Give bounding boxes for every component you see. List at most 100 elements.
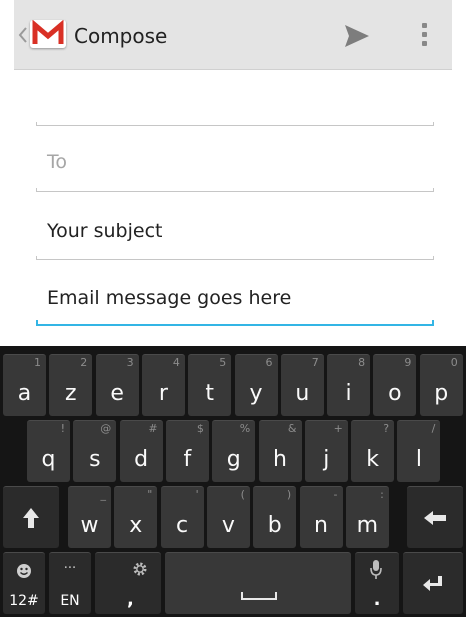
key-r[interactable]: 4r: [141, 354, 185, 416]
key-label: l: [415, 447, 422, 472]
key-hint: 8: [358, 356, 366, 369]
key-label: w: [80, 513, 99, 538]
overflow-menu-icon[interactable]: [420, 23, 428, 49]
gear-icon: [133, 562, 147, 576]
key-k[interactable]: ? k: [351, 420, 395, 482]
period-label: .: [373, 589, 381, 610]
key-label: g: [226, 447, 241, 472]
enter-key[interactable]: [403, 552, 463, 614]
key-hint: &: [287, 422, 297, 435]
key-h[interactable]: & h: [258, 420, 302, 482]
soft-keyboard: 12# ... EN , . 1 a 2 z 3 e 4 r 5 t 6 y 7 u 8 i 9 o 0 p! q @ s #…: [0, 346, 466, 617]
action-bar: Compose: [14, 0, 452, 70]
shift-arrow-icon: [23, 507, 39, 528]
up-caret-icon[interactable]: [18, 24, 28, 46]
key-hint: 3: [126, 356, 134, 369]
key-label: s: [89, 447, 101, 472]
key-hint: ": [147, 488, 153, 501]
field-underline: [36, 122, 434, 126]
key-hint: +: [333, 422, 343, 435]
key-hint: 1: [34, 356, 41, 369]
key-hint: #: [148, 422, 158, 435]
subject-field[interactable]: Your subject: [36, 210, 434, 260]
key-label: n: [314, 513, 328, 538]
key-label: v: [221, 513, 235, 538]
key-hint: ?: [383, 422, 390, 435]
key-label: j: [323, 447, 330, 472]
key-label: b: [267, 513, 282, 538]
comma-label: ,: [127, 589, 134, 610]
key-hint: %: [239, 422, 251, 435]
key-q[interactable]: ! q: [27, 420, 70, 482]
key-y[interactable]: 6y: [234, 354, 278, 416]
key-label: z: [65, 381, 77, 406]
period-key[interactable]: .: [355, 552, 399, 614]
enter-icon: [423, 575, 442, 591]
key-label: k: [366, 447, 379, 472]
message-body-field[interactable]: Email message goes here: [36, 278, 434, 326]
field-underline: [36, 188, 434, 192]
key-t[interactable]: 5t: [188, 354, 232, 416]
key-label: f: [183, 447, 192, 472]
key-m[interactable]: :m: [345, 486, 389, 548]
key-label: d: [134, 447, 149, 472]
key-n[interactable]: -n: [299, 486, 343, 548]
key-s[interactable]: @ s: [73, 420, 117, 482]
key-hint: -: [333, 488, 338, 501]
from-field[interactable]: [36, 96, 434, 126]
key-g[interactable]: % g: [212, 420, 256, 482]
key-b[interactable]: ) b: [253, 486, 297, 548]
send-icon[interactable]: [344, 24, 370, 48]
key-hint: 7: [311, 356, 319, 369]
field-underline-focused: [36, 320, 434, 326]
microphone-icon: [370, 560, 382, 579]
shift-key[interactable]: [3, 486, 59, 548]
key-hint: $: [196, 422, 204, 435]
to-field[interactable]: To: [36, 140, 434, 192]
backspace-key[interactable]: [407, 486, 463, 548]
language-label: EN: [60, 593, 80, 609]
key-label: a: [17, 381, 32, 406]
key-hint: /: [431, 422, 436, 435]
key-u[interactable]: 7u: [280, 354, 324, 416]
key-v[interactable]: (v: [206, 486, 250, 548]
key-j[interactable]: + j: [304, 420, 348, 482]
key-hint: !: [60, 422, 65, 435]
key-label: p: [434, 381, 449, 406]
comma-key[interactable]: ,: [95, 552, 161, 614]
key-a[interactable]: 1a: [3, 354, 46, 416]
key-d[interactable]: # d: [119, 420, 163, 482]
key-label: m: [356, 513, 379, 538]
key-i[interactable]: 8i: [327, 354, 371, 416]
key-w[interactable]: _ w: [68, 486, 111, 548]
key-o[interactable]: 9o: [373, 354, 417, 416]
key-label: q: [41, 447, 56, 472]
spacebar-key[interactable]: [165, 552, 351, 614]
key-hint: 2: [80, 356, 88, 369]
key-hint: ': [195, 488, 199, 501]
key-label: e: [110, 381, 124, 406]
key-c[interactable]: ' c: [160, 486, 204, 548]
key-hint: @: [100, 422, 112, 435]
key-f[interactable]: $ f: [165, 420, 209, 482]
language-hint: ...: [63, 557, 77, 572]
symbols-label: 12#: [9, 593, 39, 609]
key-e[interactable]: 3e: [95, 354, 139, 416]
symbols-key[interactable]: 12#: [3, 552, 45, 614]
key-label: o: [388, 381, 402, 406]
key-x[interactable]: " x: [114, 486, 158, 548]
message-body-text: Email message goes here: [47, 287, 292, 309]
key-hint: 9: [404, 356, 412, 369]
gmail-icon[interactable]: [30, 19, 66, 48]
key-label: h: [273, 447, 287, 472]
key-hint: ): [286, 488, 292, 501]
key-label: r: [158, 381, 168, 406]
language-key[interactable]: ... EN: [49, 552, 91, 614]
key-label: y: [249, 381, 263, 406]
key-hint: (: [240, 488, 245, 501]
key-z[interactable]: 2z: [49, 354, 93, 416]
key-p[interactable]: 0p: [419, 354, 463, 416]
key-label: t: [205, 381, 214, 406]
key-l[interactable]: / l: [397, 420, 441, 482]
to-placeholder: To: [47, 151, 68, 173]
